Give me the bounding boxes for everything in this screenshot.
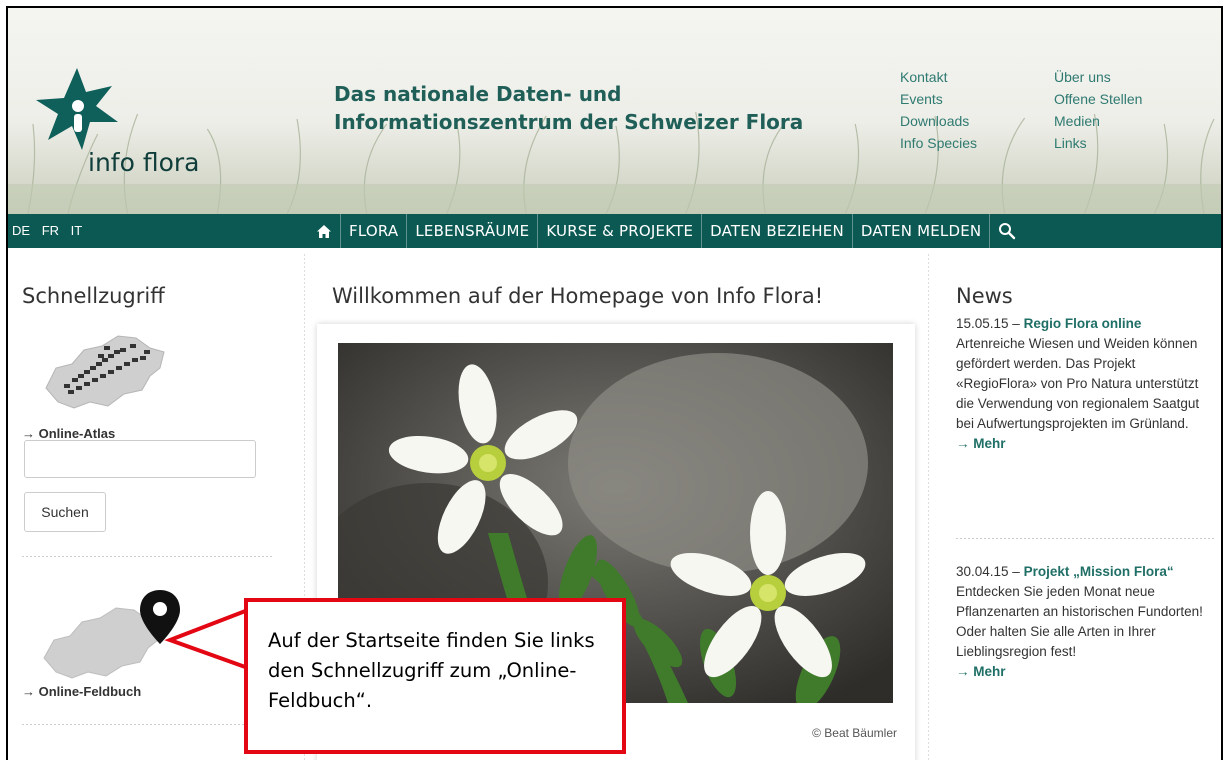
online-feldbuch-link[interactable]: → Online-Feldbuch xyxy=(22,684,141,699)
nav-menu: FLORA LEBENSRÄUME KURSE & PROJEKTE DATEN… xyxy=(308,214,1024,248)
switzerland-atlas-map[interactable] xyxy=(38,328,168,410)
divider-line xyxy=(956,538,1216,539)
callout-pointer xyxy=(164,608,249,670)
news-more-link[interactable]: → Mehr xyxy=(956,436,1006,451)
search-button[interactable]: Suchen xyxy=(24,492,106,532)
nav-lebensraeume[interactable]: LEBENSRÄUME xyxy=(407,214,539,248)
main-nav: DE FR IT FLORA LEBENSRÄUME KURSE & PROJE… xyxy=(8,214,1221,248)
home-icon xyxy=(317,224,331,238)
news-more-link[interactable]: → Mehr xyxy=(956,664,1006,679)
nav-flora[interactable]: FLORA xyxy=(341,214,408,248)
search-icon xyxy=(999,223,1016,240)
top-link-events[interactable]: Events xyxy=(900,88,977,110)
lang-fr[interactable]: FR xyxy=(42,223,59,238)
annotation-callout: Auf der Startseite finden Sie links den … xyxy=(244,598,626,754)
news-item: 30.04.15 – Projekt „Mission Flora“ Entde… xyxy=(956,562,1214,682)
lang-it[interactable]: IT xyxy=(71,223,83,238)
language-switch: DE FR IT xyxy=(12,223,90,238)
divider-line xyxy=(22,724,272,725)
top-link-info-species[interactable]: Info Species xyxy=(900,132,977,154)
nav-home[interactable] xyxy=(308,214,341,248)
nav-search[interactable] xyxy=(990,214,1024,248)
divider-line xyxy=(22,556,272,557)
top-link-kontakt[interactable]: Kontakt xyxy=(900,66,977,88)
top-link-offene-stellen[interactable]: Offene Stellen xyxy=(1054,88,1142,110)
online-atlas-link[interactable]: → Online-Atlas xyxy=(22,426,115,441)
nav-daten-melden[interactable]: DATEN MELDEN xyxy=(853,214,991,248)
news-headline[interactable]: Projekt „Mission Flora“ xyxy=(1024,564,1174,579)
site-header: info flora Das nationale Daten- und Info… xyxy=(8,8,1221,214)
species-search-input[interactable] xyxy=(24,440,256,478)
welcome-title: Willkommen auf der Homepage von Info Flo… xyxy=(332,284,824,308)
column-divider-right xyxy=(928,254,929,760)
top-links-col1: Kontakt Events Downloads Info Species xyxy=(900,66,977,154)
news-headline[interactable]: Regio Flora online xyxy=(1024,316,1142,331)
top-link-medien[interactable]: Medien xyxy=(1054,110,1142,132)
lang-de[interactable]: DE xyxy=(12,223,30,238)
photo-credit: © Beat Bäumler xyxy=(812,726,897,740)
news-body: Artenreiche Wiesen und Weiden können gef… xyxy=(956,336,1200,431)
nav-daten-beziehen[interactable]: DATEN BEZIEHEN xyxy=(702,214,853,248)
news-date: 30.04.15 – xyxy=(956,564,1020,579)
news-date: 15.05.15 – xyxy=(956,316,1020,331)
callout-text: Auf der Startseite finden Sie links den … xyxy=(268,629,595,712)
news-title: News xyxy=(956,284,1013,308)
nav-kurse-projekte[interactable]: KURSE & PROJEKTE xyxy=(538,214,703,248)
logo-text[interactable]: info flora xyxy=(88,148,199,177)
top-links-col2: Über uns Offene Stellen Medien Links xyxy=(1054,66,1142,154)
info-flora-logo[interactable] xyxy=(32,66,122,152)
site-tagline: Das nationale Daten- und Informationszen… xyxy=(334,82,804,134)
top-link-downloads[interactable]: Downloads xyxy=(900,110,977,132)
news-item: 15.05.15 – Regio Flora online Artenreich… xyxy=(956,314,1214,454)
top-link-ueber-uns[interactable]: Über uns xyxy=(1054,66,1142,88)
quick-access-title: Schnellzugriff xyxy=(22,284,165,308)
news-body: Entdecken Sie jeden Monat neue Pflanzena… xyxy=(956,584,1203,659)
top-link-links[interactable]: Links xyxy=(1054,132,1142,154)
